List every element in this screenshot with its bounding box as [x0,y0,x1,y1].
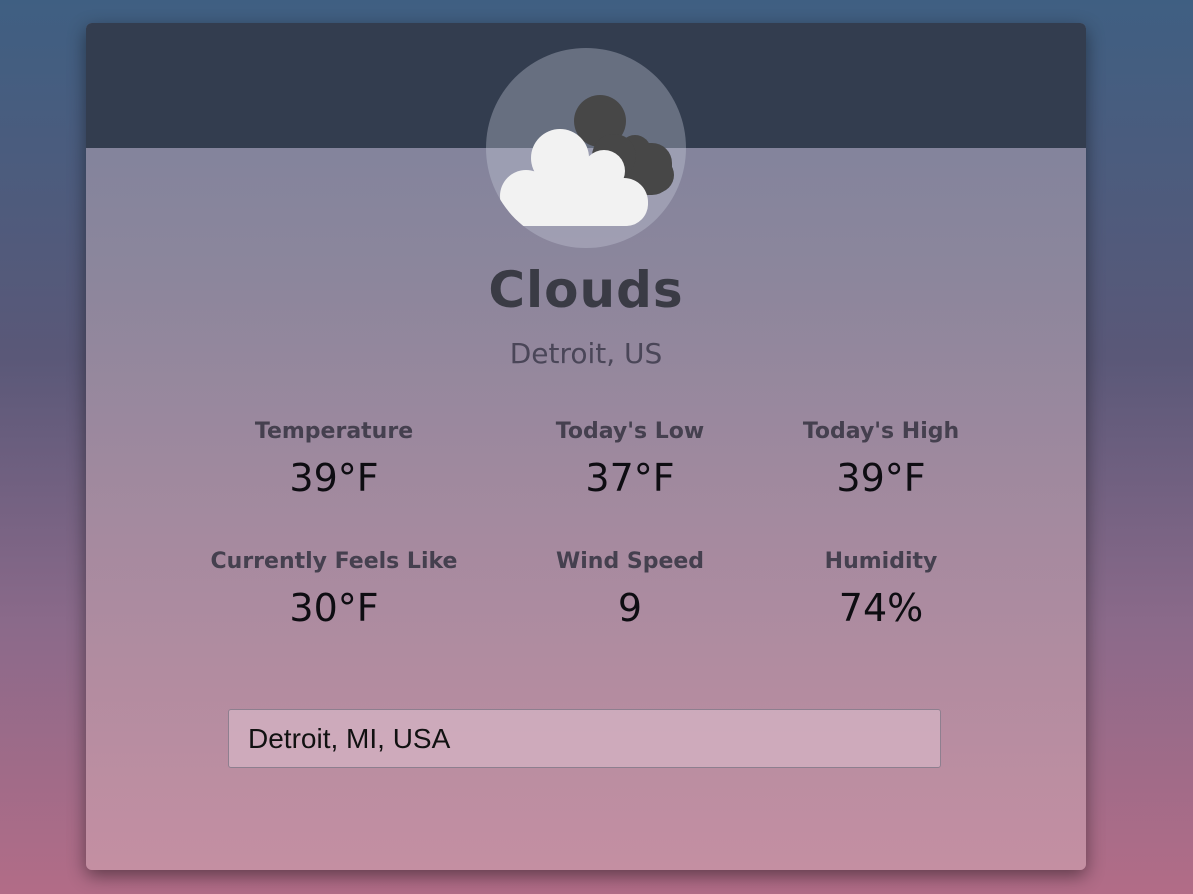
weather-card: Clouds Detroit, US Temperature 39°F Toda… [86,23,1086,870]
weather-icon-container [486,48,686,248]
stat-value: 74% [838,586,924,630]
stat-label: Temperature [254,419,414,444]
stat-label: Today's High [802,419,960,444]
stat-label: Humidity [824,549,938,574]
stat-value: 30°F [289,586,379,630]
stat-humidity: Humidity 74% [721,549,1041,630]
stat-value: 39°F [836,456,926,500]
weather-condition: Clouds [488,261,684,319]
clouds-icon [500,95,674,226]
location-search-input[interactable] [228,709,941,768]
stat-label: Currently Feels Like [210,549,458,574]
stat-temperature: Temperature 39°F [174,419,494,500]
stat-feels-like: Currently Feels Like 30°F [174,549,494,630]
stat-high: Today's High 39°F [721,419,1041,500]
weather-location: Detroit, US [509,337,663,370]
stat-value: 39°F [289,456,379,500]
